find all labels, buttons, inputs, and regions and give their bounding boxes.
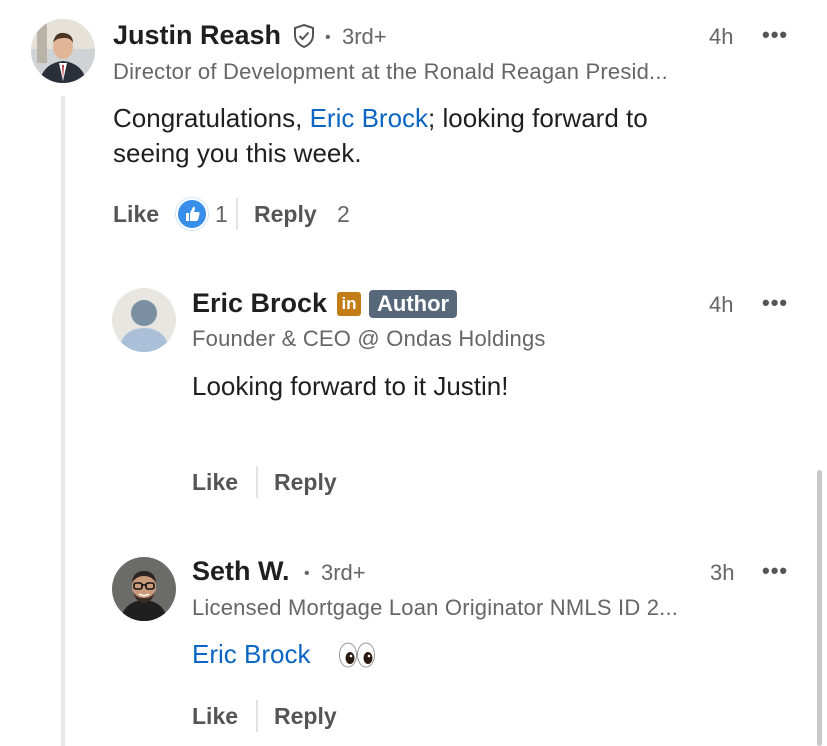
commenter-name[interactable]: Eric Brock	[192, 288, 327, 319]
like-reaction-icon	[176, 198, 208, 230]
comment-body: Congratulations, Eric Brock; looking for…	[113, 101, 753, 171]
connection-degree: 3rd+	[342, 24, 387, 49]
commenter-headline: Director of Development at the Ronald Re…	[113, 59, 668, 84]
like-button[interactable]: Like	[192, 703, 238, 730]
comment-text: Looking forward to it Justin!	[192, 371, 509, 401]
mention-link[interactable]: Eric Brock	[310, 103, 428, 133]
mention-link[interactable]: Eric Brock	[192, 637, 310, 672]
like-count[interactable]: 1	[215, 201, 228, 228]
thread-line	[61, 96, 65, 746]
action-divider	[256, 466, 258, 498]
more-options-icon[interactable]: •••	[762, 290, 788, 316]
action-divider	[256, 700, 258, 732]
like-button[interactable]: Like	[113, 201, 159, 228]
reply-button[interactable]: Reply	[254, 201, 317, 228]
comment-text: seeing you this week.	[113, 138, 362, 168]
commenter-name[interactable]: Seth W.	[192, 556, 290, 587]
comment-text: ; looking forward to	[428, 103, 648, 133]
reply-button[interactable]: Reply	[274, 703, 337, 730]
author-badge: Author	[369, 290, 458, 318]
eyes-emoji-icon	[339, 642, 375, 668]
action-divider	[236, 198, 238, 230]
avatar[interactable]	[31, 19, 95, 83]
commenter-headline: Founder & CEO @ Ondas Holdings	[192, 326, 546, 351]
connection-degree: 3rd+	[321, 560, 366, 585]
timestamp: 4h	[709, 292, 734, 317]
comment-text: Congratulations,	[113, 103, 310, 133]
like-button[interactable]: Like	[192, 469, 238, 496]
verified-shield-icon	[294, 24, 314, 48]
avatar[interactable]	[112, 557, 176, 621]
scrollbar[interactable]	[817, 470, 822, 746]
dot-separator: •	[325, 29, 331, 46]
reply-count[interactable]: 2	[337, 201, 350, 228]
more-options-icon[interactable]: •••	[762, 558, 788, 584]
reply-button[interactable]: Reply	[274, 469, 337, 496]
more-options-icon[interactable]: •••	[762, 22, 788, 48]
timestamp: 4h	[709, 24, 734, 49]
commenter-name[interactable]: Justin Reash	[113, 20, 281, 51]
avatar[interactable]	[112, 288, 176, 352]
timestamp: 3h	[710, 560, 735, 585]
dot-separator: •	[304, 565, 310, 582]
linkedin-premium-icon: in	[337, 292, 361, 316]
commenter-headline: Licensed Mortgage Loan Originator NMLS I…	[192, 595, 679, 620]
